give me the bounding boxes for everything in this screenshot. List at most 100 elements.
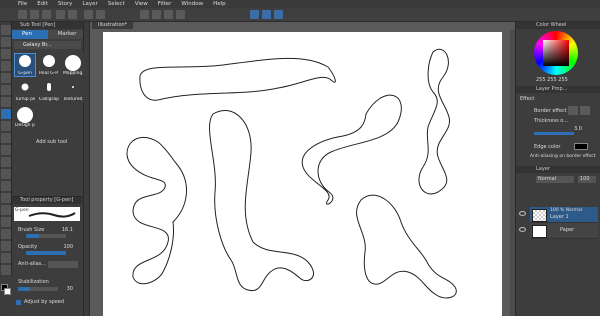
deselect-icon[interactable] [140,10,149,19]
figure-tool-icon[interactable] [1,217,11,227]
add-sub-tool-button[interactable]: Add sub tool [36,139,83,145]
menu-help[interactable]: Help [213,1,226,7]
sub-tool-group[interactable]: Galaxy Br... [14,41,81,49]
eraser-tool-icon[interactable] [1,169,11,179]
brush-preview-icon [65,55,81,71]
brush-real-g-pen[interactable]: Real G-P... [38,53,60,77]
opacity-slider[interactable] [26,251,66,255]
tab-marker[interactable]: Marker [47,30,83,39]
brush-size-slider[interactable] [26,234,66,238]
tool-property-panel: Tool property [G-pen] G-pen Brush Size 1… [12,196,84,316]
menu-edit[interactable]: Edit [37,1,48,7]
snap-ruler-icon[interactable] [250,10,259,19]
frame-border-tool-icon[interactable] [1,229,11,239]
stabilization-value: 30 [66,286,73,292]
pencil-tool-icon[interactable] [1,121,11,131]
eye-icon[interactable] [519,211,526,216]
border-effect-toggle[interactable] [568,106,578,115]
effect-label: Effect [520,96,535,102]
save-icon[interactable] [42,10,51,19]
layer-thumbnail [532,225,547,238]
brush-tool-icon[interactable] [1,133,11,143]
stabilization-slider[interactable] [18,287,58,291]
tab-pen[interactable]: Pen [12,30,48,39]
canvas-paper[interactable] [103,32,502,316]
brush-turnip-pen[interactable]: Turnip pe... [14,79,36,103]
antialias-border-label: Anti-aliasing on border effect [530,154,596,159]
watercolor-edge-toggle[interactable] [580,106,590,115]
color-wheel-ring[interactable] [534,31,578,75]
edge-color-label: Edge color [534,144,561,150]
transform-icon[interactable] [96,10,105,19]
brush-preview-icon [17,107,33,123]
thickness-slider[interactable] [534,132,574,135]
brush-calligraphy[interactable]: Calligraph... [38,79,60,103]
new-file-icon[interactable] [18,10,27,19]
sub-tool-title: Sub Tool [Pen] [12,22,83,29]
layer-opacity-value[interactable]: 100 [578,176,596,183]
eye-icon[interactable] [519,227,526,232]
brush-preview-icon [43,55,55,67]
brush-label: Turnip pe... [15,97,35,102]
menu-story[interactable]: Story [58,1,73,7]
layer-property-title: Layer Prop... [516,86,600,93]
eyedropper-tool-icon[interactable] [1,97,11,107]
brush-preview-icon [72,86,74,88]
fill-tool-icon[interactable] [1,193,11,203]
menu-file[interactable]: File [18,1,27,7]
menu-view[interactable]: View [135,1,148,7]
ruler-tool-icon[interactable] [1,241,11,251]
open-file-icon[interactable] [30,10,39,19]
blend-mode-select[interactable]: Normal [536,176,574,183]
menu-window[interactable]: Window [181,1,203,7]
adjust-speed-label: Adjust by speed [24,299,65,305]
move-layer-tool-icon[interactable] [1,61,11,71]
stroke-left-coil [126,136,188,285]
antialias-label: Anti-alias... [18,261,47,267]
brush-mapping-pen[interactable]: Mapping... [62,53,84,77]
pen-tool-icon[interactable] [1,109,11,119]
adjust-speed-checkbox[interactable] [16,300,21,305]
brush-label: Mapping... [63,71,83,76]
zoom-tool-icon[interactable] [1,25,11,35]
snap-special-ruler-icon[interactable] [262,10,271,19]
clear-outside-icon[interactable] [164,10,173,19]
layer-row-paper[interactable]: Paper [519,223,598,239]
layer-row-1[interactable]: 100 % Normal Layer 1 [519,207,598,223]
blend-tool-icon[interactable] [1,181,11,191]
sub-color-swatch[interactable] [4,288,11,295]
brush-design-pen[interactable]: Design pe... [14,105,36,129]
document-tab[interactable]: Illustration* [92,22,134,29]
gradient-tool-icon[interactable] [1,205,11,215]
color-square[interactable] [543,40,569,66]
redo-icon[interactable] [68,10,77,19]
drawing-strokes [126,49,457,299]
menu-select[interactable]: Select [108,1,125,7]
invert-selection-icon[interactable] [152,10,161,19]
stroke-bottom-right-wave [356,194,457,299]
edge-color-swatch[interactable] [574,143,588,150]
sub-tool-panel: Sub Tool [Pen] Pen Marker Galaxy Br... G… [12,22,84,196]
text-tool-icon[interactable] [1,253,11,263]
balloon-tool-icon[interactable] [1,265,11,275]
brush-textured-pen[interactable]: Textured... [62,79,84,103]
auto-select-tool-icon[interactable] [1,85,11,95]
move-tool-icon[interactable] [1,37,11,47]
main-color-swatches [0,276,12,316]
clear-icon[interactable] [84,10,93,19]
undo-icon[interactable] [56,10,65,19]
airbrush-tool-icon[interactable] [1,145,11,155]
decoration-tool-icon[interactable] [1,157,11,167]
antialias-selector[interactable] [48,261,78,268]
selection-tool-icon[interactable] [1,73,11,83]
menu-layer[interactable]: Layer [82,1,97,7]
snap-grid-icon[interactable] [274,10,283,19]
layer-name: Layer 1 [550,214,569,220]
layer-name: Paper [560,227,575,233]
operation-tool-icon[interactable] [1,49,11,59]
thickness-label: Thickness o... [534,118,569,124]
menu-filter[interactable]: Filter [158,1,172,7]
stroke-mid-right-hook [301,94,402,205]
brush-g-pen[interactable]: G-pen [14,53,36,77]
crop-icon[interactable] [176,10,185,19]
